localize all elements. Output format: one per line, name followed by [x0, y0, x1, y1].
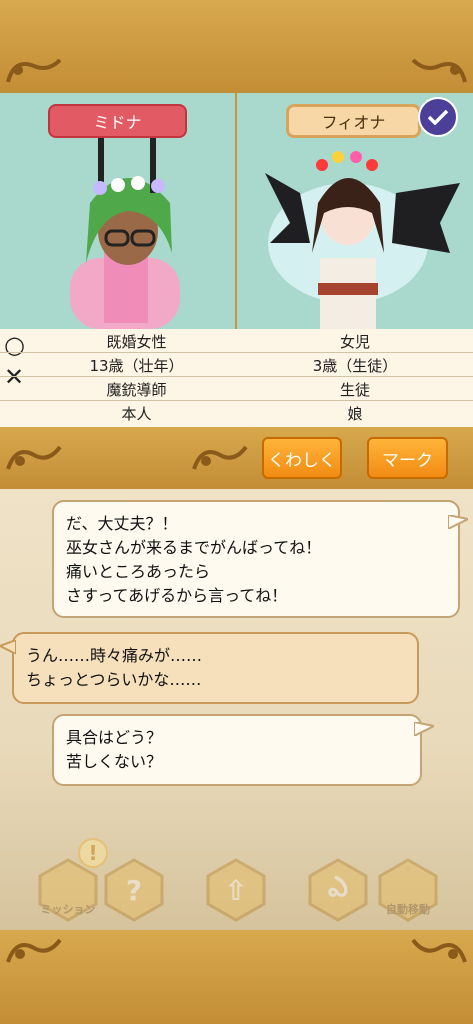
bubble-tail-1	[448, 515, 468, 529]
right-name-badge: フィオナ	[286, 104, 421, 138]
flourish-top-right	[411, 58, 467, 83]
left-name-badge: ミドナ	[48, 104, 187, 138]
left-job: 魔銃導師	[106, 380, 167, 399]
mission-button[interactable]: ミッション	[36, 858, 100, 922]
left-character-portrait	[70, 133, 180, 329]
swirl-icon[interactable]: ఎ	[306, 858, 370, 922]
top-frame	[0, 0, 473, 93]
mark-button[interactable]: マーク	[367, 437, 448, 479]
left-marital: 既婚女性	[106, 332, 167, 351]
flourish-top-left	[6, 58, 62, 83]
left-relation: 本人	[121, 404, 152, 423]
flourish-mid-center	[192, 445, 248, 470]
message-bubble-3: 具合はどう？ 苦しくない？	[52, 714, 422, 786]
right-job: 生徒	[339, 380, 370, 399]
detail-button[interactable]: くわしく	[262, 437, 342, 479]
message-bubble-2: うん……時々痛みが…… ちょっとつらいかな……	[12, 632, 419, 704]
info-row-job: 魔銃導師 生徒	[0, 377, 473, 401]
bubble-tail-2	[0, 640, 16, 654]
right-marital: 女児	[339, 332, 370, 351]
bottom-frame	[0, 930, 473, 1024]
auto-move-button[interactable]: 自動移動	[376, 858, 440, 922]
right-age: 3歳（生徒）	[312, 356, 398, 375]
info-row-marital: 既婚女性 女児	[0, 329, 473, 353]
left-age: 13歳（壮年）	[89, 356, 184, 375]
mission-label: ミッション	[40, 903, 96, 916]
bubble-tail-3	[414, 722, 434, 736]
question-icon[interactable]: ?	[102, 858, 166, 922]
message-bubble-1: だ、大丈夫？！ 巫女さんが来るまでがんばってね！ 痛いところあったら さすってあ…	[52, 500, 460, 618]
arrow-up-icon[interactable]: ⇧	[204, 858, 268, 922]
checkmark-icon[interactable]	[418, 97, 458, 137]
flourish-bottom-right	[411, 938, 467, 963]
right-relation: 娘	[347, 404, 363, 423]
info-row-relation: 本人 娘	[0, 401, 473, 425]
info-table: ○ ✕ 既婚女性 女児 13歳（壮年） 3歳（生徒） 魔銃導師 生徒 本人 娘	[0, 329, 473, 427]
info-row-age: 13歳（壮年） 3歳（生徒）	[0, 353, 473, 377]
flourish-bottom-left	[6, 938, 62, 963]
flourish-mid-left	[6, 445, 62, 470]
right-character-portrait	[265, 151, 460, 329]
auto-move-label: 自動移動	[386, 903, 430, 916]
